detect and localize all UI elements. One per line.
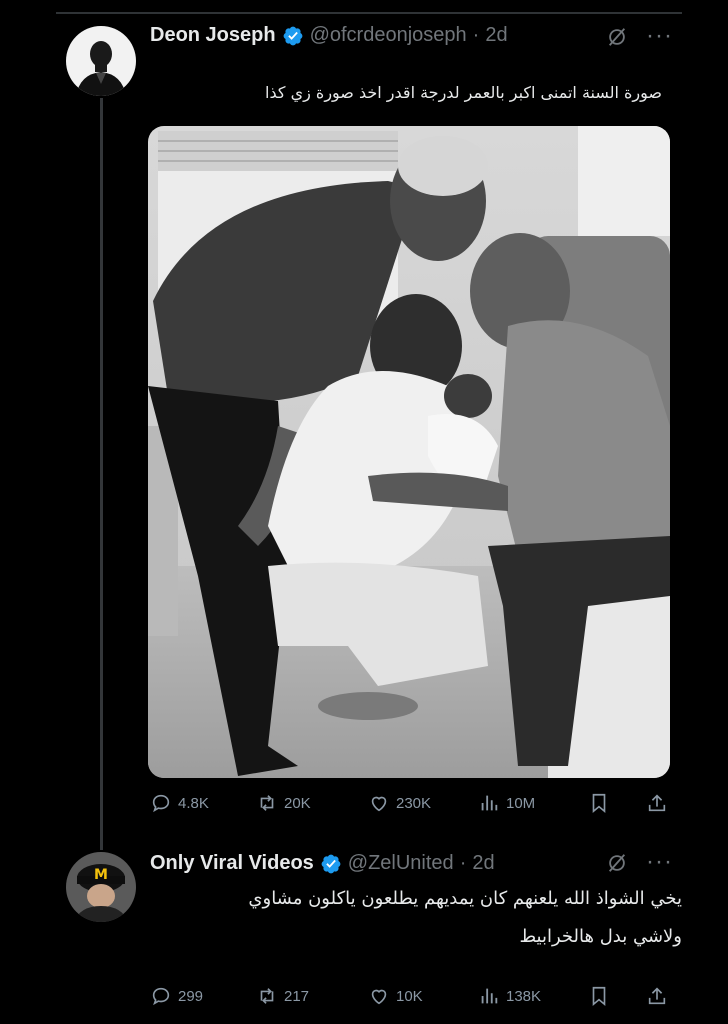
reply-icon [152, 794, 170, 813]
views-count: 10M [506, 794, 536, 812]
share-button[interactable] [646, 792, 668, 814]
reply-text-line-2: ولاشي بدل هالخرابيط [519, 926, 682, 947]
views-button[interactable]: 10M [478, 792, 535, 814]
author-name[interactable]: Deon Joseph [150, 24, 276, 47]
verified-badge-icon [283, 26, 302, 45]
share-button[interactable] [646, 985, 668, 1007]
thread-connector-line [100, 98, 103, 850]
like-count: 230K [396, 794, 432, 812]
more-icon[interactable]: ··· [646, 24, 673, 48]
repost-button[interactable]: 20K [256, 792, 311, 814]
avatar-only-viral-videos[interactable]: M [66, 852, 136, 922]
more-icon[interactable]: ··· [646, 850, 673, 874]
svg-text:M: M [94, 867, 108, 883]
reply-button[interactable]: 4.8K [150, 792, 209, 814]
avatar-deon-joseph[interactable] [66, 26, 136, 96]
verified-badge-icon [321, 854, 341, 873]
repost-count: 20K [284, 794, 311, 812]
repost-icon [260, 795, 274, 811]
bookmark-icon [592, 793, 606, 814]
like-icon [371, 796, 387, 812]
timestamp[interactable]: 2d [485, 24, 507, 47]
share-icon [648, 794, 666, 812]
grok-icon[interactable] [606, 852, 628, 874]
like-icon [371, 989, 387, 1005]
author-handle[interactable]: @ofcrdeonjoseph [310, 24, 467, 47]
reply-button[interactable]: 299 [150, 985, 203, 1007]
repost-count: 217 [284, 987, 310, 1005]
reply-count: 4.8K [178, 794, 209, 812]
reply-icon [152, 987, 170, 1006]
reply-author-handle[interactable]: @ZelUnited [348, 852, 454, 875]
separator-dot: · [472, 24, 480, 46]
reply-header: Only Viral Videos @ZelUnited · 2d [150, 852, 495, 875]
like-button[interactable]: 10K [368, 985, 423, 1007]
views-icon [481, 988, 498, 1004]
bookmark-icon [592, 986, 606, 1007]
separator-dot: · [459, 852, 467, 874]
reply-text-line-1: يخي الشواذ الله يلعنهم كان يمديهم يطلعون… [248, 888, 682, 909]
repost-button[interactable]: 217 [256, 985, 309, 1007]
tweet-text: صورة السنة اتمنى اكبر بالعمر لدرجة اقدر … [265, 83, 662, 102]
like-button[interactable]: 230K [368, 792, 431, 814]
bookmark-button[interactable] [588, 792, 610, 814]
divider [56, 12, 682, 14]
reply-count: 299 [178, 987, 204, 1005]
share-icon [648, 987, 666, 1005]
reply-timestamp[interactable]: 2d [472, 852, 494, 875]
repost-icon [260, 988, 274, 1004]
like-count: 10K [396, 987, 423, 1005]
grok-icon[interactable] [606, 26, 628, 48]
tweet-header: Deon Joseph @ofcrdeonjoseph · 2d [150, 24, 508, 47]
reply-author-name[interactable]: Only Viral Videos [150, 852, 314, 875]
views-count: 138K [506, 987, 542, 1005]
views-button[interactable]: 138K [478, 985, 541, 1007]
views-icon [481, 795, 498, 811]
tweet-photo[interactable] [148, 126, 670, 778]
bookmark-button[interactable] [588, 985, 610, 1007]
